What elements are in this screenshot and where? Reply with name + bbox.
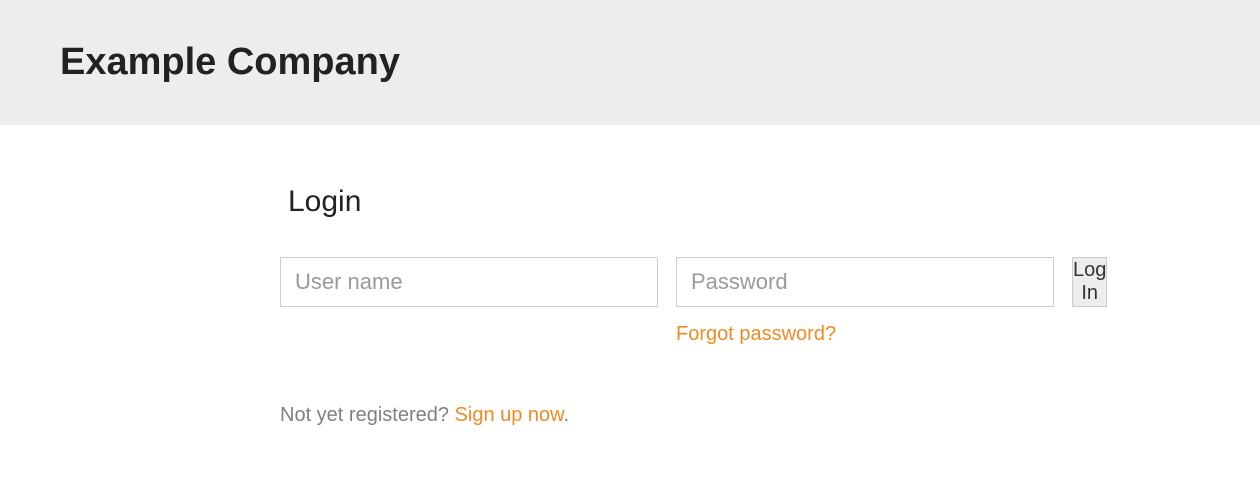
page-header: Example Company <box>0 0 1260 125</box>
password-input[interactable] <box>676 257 1054 307</box>
company-name: Example Company <box>60 41 400 84</box>
login-button[interactable]: Log In <box>1072 257 1107 307</box>
login-title: Login <box>280 185 920 219</box>
signup-prompt-text: Not yet registered? <box>280 404 455 426</box>
password-field-group: Forgot password? <box>676 257 1054 346</box>
signup-row: Not yet registered? Sign up now. <box>280 404 920 427</box>
login-form-row: Forgot password? Log In <box>280 257 920 346</box>
signup-link[interactable]: Sign up now <box>455 404 564 426</box>
login-section: Login Forgot password? Log In Not yet re… <box>0 125 920 427</box>
forgot-password-link[interactable]: Forgot password? <box>676 323 1054 346</box>
username-field-group <box>280 257 658 307</box>
signup-period: . <box>564 404 570 426</box>
username-input[interactable] <box>280 257 658 307</box>
